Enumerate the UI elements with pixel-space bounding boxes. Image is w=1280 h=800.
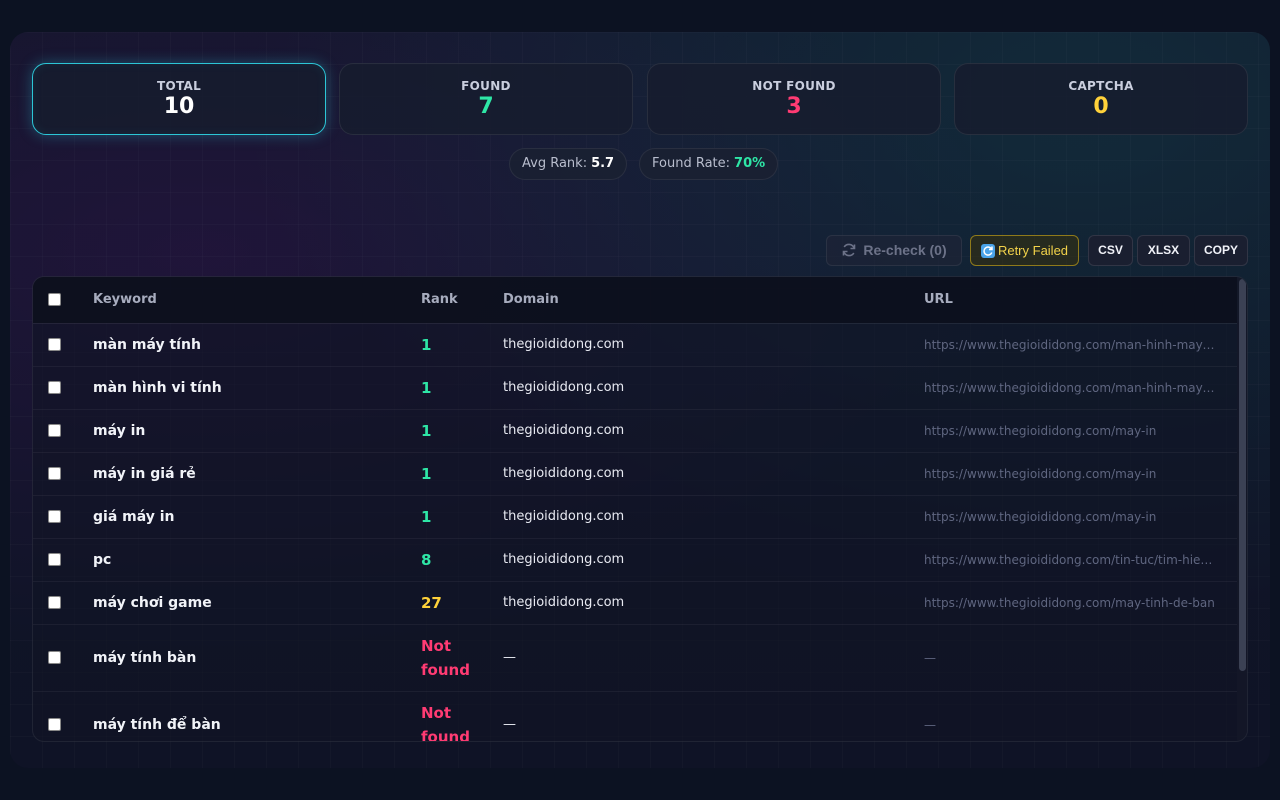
domain-cell: thegioididong.com bbox=[503, 323, 924, 367]
row-checkbox[interactable] bbox=[48, 467, 61, 480]
row-checkbox[interactable] bbox=[48, 596, 61, 609]
row-checkbox[interactable] bbox=[48, 651, 61, 664]
retry-failed-label: Retry Failed bbox=[997, 243, 1069, 258]
stat-label: CAPTCHA bbox=[1068, 79, 1134, 93]
url-cell: — bbox=[924, 691, 1237, 741]
avg-rank-label: Avg Rank: bbox=[522, 156, 588, 171]
stat-value: 7 bbox=[478, 94, 494, 119]
stat-card-not-found[interactable]: NOT FOUND 3 bbox=[647, 63, 941, 135]
url-cell[interactable]: https://www.thegioididong.com/tin-tuc/ti… bbox=[924, 538, 1237, 582]
found-rate-pill: Found Rate: 70% bbox=[639, 148, 779, 180]
table-row: màn hình vi tính 1 thegioididong.com htt… bbox=[33, 366, 1237, 410]
row-checkbox[interactable] bbox=[48, 381, 61, 394]
keyword-cell: giá máy in bbox=[93, 495, 421, 539]
avg-rank-pill: Avg Rank: 5.7 bbox=[509, 148, 628, 180]
rank-cell: 1 bbox=[421, 409, 503, 453]
select-all-cell bbox=[33, 277, 93, 324]
summary-pills: Avg Rank: 5.7 Found Rate: 70% bbox=[10, 148, 1270, 180]
domain-cell: thegioididong.com bbox=[503, 581, 924, 625]
domain-cell: thegioididong.com bbox=[503, 495, 924, 539]
table-header-row: Keyword Rank Domain URL bbox=[33, 277, 1237, 324]
rank-cell: Not found bbox=[421, 691, 503, 741]
select-all-checkbox[interactable] bbox=[48, 293, 61, 307]
rank-cell: 1 bbox=[421, 452, 503, 496]
row-checkbox[interactable] bbox=[48, 338, 61, 351]
recheck-label: Re-check (0) bbox=[863, 242, 947, 258]
stat-value: 0 bbox=[1093, 94, 1109, 119]
row-checkbox[interactable] bbox=[48, 718, 61, 731]
retry-icon bbox=[980, 243, 995, 258]
results-panel: TOTAL 10 FOUND 7 NOT FOUND 3 CAPTCHA 0 A… bbox=[10, 32, 1270, 768]
keyword-cell: pc bbox=[93, 538, 421, 582]
refresh-icon bbox=[843, 243, 856, 257]
url-cell[interactable]: https://www.thegioididong.com/may-tinh-d… bbox=[924, 581, 1237, 625]
avg-rank-value: 5.7 bbox=[591, 156, 615, 171]
results-table: Keyword Rank Domain URL màn máy tính 1 t… bbox=[33, 277, 1237, 741]
keyword-cell: màn máy tính bbox=[93, 323, 421, 367]
results-table-container: Keyword Rank Domain URL màn máy tính 1 t… bbox=[32, 276, 1248, 742]
domain-cell: thegioididong.com bbox=[503, 409, 924, 453]
rank-cell: 1 bbox=[421, 366, 503, 410]
stat-label: TOTAL bbox=[156, 79, 202, 93]
table-row: máy chơi game 27 thegioididong.com https… bbox=[33, 581, 1237, 625]
keyword-cell: máy tính để bàn bbox=[93, 691, 421, 741]
column-header-url[interactable]: URL bbox=[924, 277, 1237, 324]
stat-value: 10 bbox=[163, 94, 195, 119]
stat-card-found[interactable]: FOUND 7 bbox=[339, 63, 633, 135]
xlsx-button[interactable]: XLSX bbox=[1137, 235, 1190, 266]
rank-cell: Not found bbox=[421, 624, 503, 692]
stats-row: TOTAL 10 FOUND 7 NOT FOUND 3 CAPTCHA 0 bbox=[32, 63, 1248, 135]
retry-failed-button[interactable]: Retry Failed bbox=[970, 235, 1079, 266]
url-cell[interactable]: https://www.thegioididong.com/man-hinh-m… bbox=[924, 323, 1237, 367]
rank-cell: 1 bbox=[421, 495, 503, 539]
table-row: pc 8 thegioididong.com https://www.thegi… bbox=[33, 538, 1237, 582]
found-rate-label: Found Rate: bbox=[652, 156, 731, 171]
url-cell[interactable]: https://www.thegioididong.com/man-hinh-m… bbox=[924, 366, 1237, 410]
domain-cell: — bbox=[503, 624, 924, 692]
domain-cell: thegioididong.com bbox=[503, 366, 924, 410]
table-row: máy in giá rẻ 1 thegioididong.com https:… bbox=[33, 452, 1237, 496]
url-cell[interactable]: https://www.thegioididong.com/may-in bbox=[924, 495, 1237, 539]
keyword-cell: màn hình vi tính bbox=[93, 366, 421, 410]
keyword-cell: máy in bbox=[93, 409, 421, 453]
column-header-domain[interactable]: Domain bbox=[503, 277, 924, 324]
domain-cell: — bbox=[503, 691, 924, 741]
rank-cell: 8 bbox=[421, 538, 503, 582]
rank-cell: 27 bbox=[421, 581, 503, 625]
table-scrollbar[interactable] bbox=[1237, 277, 1247, 741]
table-row: máy in 1 thegioididong.com https://www.t… bbox=[33, 409, 1237, 453]
domain-cell: thegioididong.com bbox=[503, 538, 924, 582]
recheck-button[interactable]: Re-check (0) bbox=[826, 235, 962, 266]
rank-cell: 1 bbox=[421, 323, 503, 367]
copy-button[interactable]: COPY bbox=[1194, 235, 1248, 266]
row-checkbox[interactable] bbox=[48, 553, 61, 566]
keyword-cell: máy chơi game bbox=[93, 581, 421, 625]
scrollbar-thumb[interactable] bbox=[1239, 279, 1246, 671]
domain-cell: thegioididong.com bbox=[503, 452, 924, 496]
table-row: màn máy tính 1 thegioididong.com https:/… bbox=[33, 323, 1237, 367]
csv-button[interactable]: CSV bbox=[1088, 235, 1133, 266]
row-checkbox[interactable] bbox=[48, 510, 61, 523]
keyword-cell: máy tính bàn bbox=[93, 624, 421, 692]
table-row: máy tính bàn Not found — — bbox=[33, 624, 1237, 692]
table-row: giá máy in 1 thegioididong.com https://w… bbox=[33, 495, 1237, 539]
keyword-cell: máy in giá rẻ bbox=[93, 452, 421, 496]
table-row: máy tính để bàn Not found — — bbox=[33, 691, 1237, 741]
url-cell[interactable]: https://www.thegioididong.com/may-in bbox=[924, 452, 1237, 496]
url-cell: — bbox=[924, 624, 1237, 692]
column-header-rank[interactable]: Rank bbox=[421, 277, 503, 324]
stat-card-captcha[interactable]: CAPTCHA 0 bbox=[954, 63, 1248, 135]
stat-label: FOUND bbox=[461, 79, 511, 93]
column-header-keyword[interactable]: Keyword bbox=[93, 277, 421, 324]
url-cell[interactable]: https://www.thegioididong.com/may-in bbox=[924, 409, 1237, 453]
row-checkbox[interactable] bbox=[48, 424, 61, 437]
stat-label: NOT FOUND bbox=[752, 79, 836, 93]
found-rate-value: 70% bbox=[734, 156, 766, 171]
stat-card-total[interactable]: TOTAL 10 bbox=[32, 63, 326, 135]
stat-value: 3 bbox=[786, 94, 802, 119]
